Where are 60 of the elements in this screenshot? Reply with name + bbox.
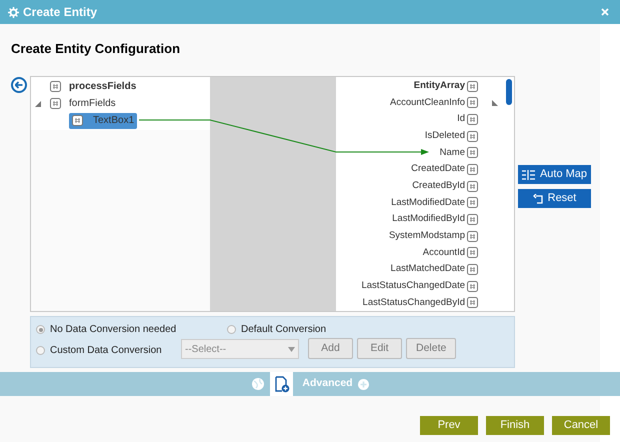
target-field[interactable]: LastStatusChangedDate <box>361 278 465 294</box>
target-field[interactable]: AccountCleanInfo <box>390 96 465 110</box>
target-field[interactable]: CreatedDate <box>411 162 465 177</box>
radio-option[interactable]: No Data Conversion needed <box>36 322 176 337</box>
field-icon <box>72 115 83 126</box>
conversion-button[interactable]: Add <box>308 338 353 359</box>
target-field[interactable]: LastModifiedDate <box>391 196 465 210</box>
auto-map-button[interactable]: Auto Map <box>518 165 591 184</box>
field-icon <box>467 80 478 92</box>
expander-icon[interactable] <box>35 100 41 106</box>
field-icon <box>467 247 478 258</box>
field-icon <box>467 197 478 208</box>
target-field[interactable]: Name <box>440 146 465 160</box>
document-add-button[interactable] <box>270 372 294 396</box>
page-heading: Create Entity Configuration <box>11 40 180 58</box>
dropdown-caret-icon <box>288 346 295 352</box>
target-field[interactable]: AccountId <box>422 246 465 260</box>
field-icon <box>467 230 478 242</box>
source-field[interactable]: formFields <box>47 96 119 112</box>
radio-button[interactable] <box>36 346 45 355</box>
radio-button[interactable] <box>227 325 236 334</box>
target-field[interactable]: LastStatusChangedById <box>362 296 465 310</box>
field-icon <box>467 297 478 308</box>
target-field[interactable]: SystemModstamp <box>388 228 465 244</box>
field-icon <box>467 214 478 225</box>
grid-icon <box>522 170 535 180</box>
close-icon <box>601 8 609 16</box>
reset-button[interactable]: Reset <box>518 189 591 208</box>
radio-option[interactable]: Default Conversion <box>227 322 326 337</box>
field-icon <box>467 147 478 158</box>
target-field[interactable]: EntityArray <box>414 79 465 94</box>
source-field[interactable]: processFields <box>47 78 140 94</box>
left-arrow-icon <box>15 81 23 89</box>
plus-icon[interactable] <box>358 378 369 390</box>
target-field[interactable]: IsDeleted <box>424 129 465 144</box>
source-field[interactable]: TextBox1 <box>69 112 138 128</box>
field-icon <box>467 264 478 275</box>
document-add-icon <box>274 376 290 392</box>
target-field[interactable]: CreatedById <box>412 179 465 194</box>
window-title: Create Entity <box>23 4 98 21</box>
field-icon <box>50 98 61 109</box>
scrollbar-thumb[interactable] <box>506 79 512 105</box>
field-icon <box>467 97 478 108</box>
radio-option[interactable]: Custom Data Conversion <box>36 343 162 358</box>
gear-icon <box>8 6 19 18</box>
target-field[interactable]: Id <box>457 112 465 127</box>
undo-icon <box>532 194 543 204</box>
field-icon <box>467 130 478 142</box>
conversion-button[interactable]: Edit <box>357 338 402 359</box>
field-icon <box>467 164 478 176</box>
expander-icon[interactable] <box>492 100 498 106</box>
field-icon <box>50 81 61 92</box>
field-icon <box>467 180 478 192</box>
field-icon <box>467 114 478 126</box>
field-icon <box>467 280 478 292</box>
radio-button[interactable] <box>36 325 45 334</box>
target-field[interactable]: LastMatchedDate <box>390 262 465 276</box>
target-field[interactable]: LastModifiedById <box>392 212 465 227</box>
conversion-button[interactable]: Delete <box>406 338 456 359</box>
back-button[interactable] <box>11 77 27 93</box>
